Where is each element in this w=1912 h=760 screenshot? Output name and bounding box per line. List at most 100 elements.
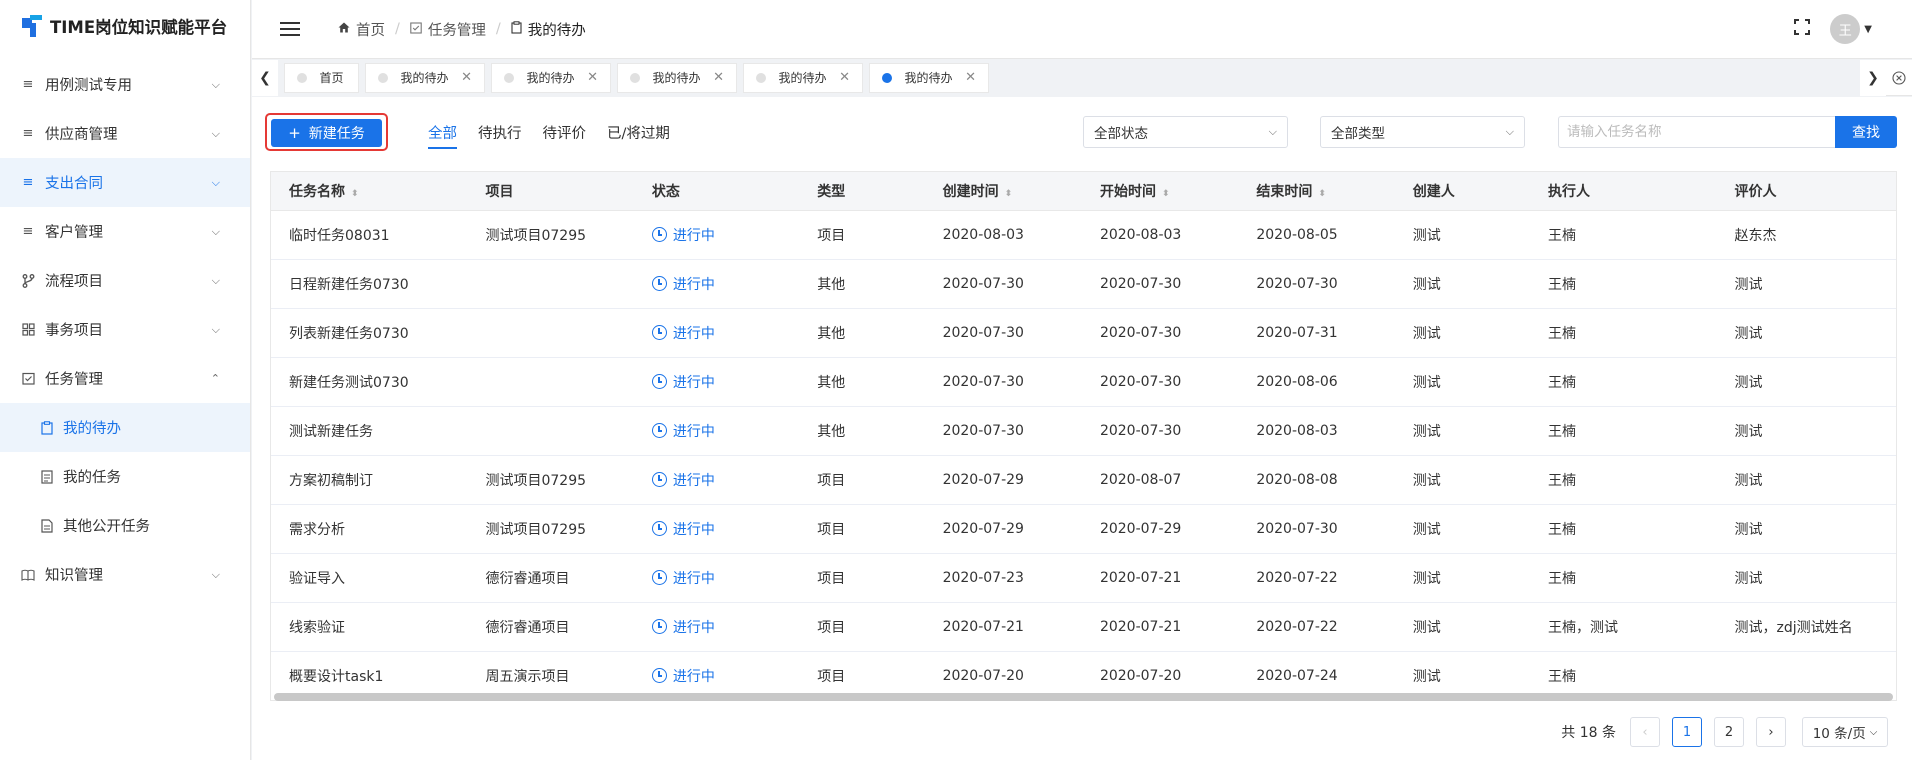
filter-tab-all[interactable]: 全部 — [428, 122, 457, 149]
sort-icon[interactable]: ⬍ — [1162, 189, 1170, 199]
sort-icon[interactable]: ⬍ — [1318, 189, 1326, 199]
sidebar-item-supplier[interactable]: ≡ 供应商管理 ⌵ — [0, 109, 250, 158]
app-logo[interactable]: TIME岗位知识赋能平台 — [0, 0, 250, 52]
hamburger-menu-icon[interactable] — [280, 18, 300, 40]
cell-creator: 测试 — [1394, 455, 1531, 505]
status-label: 进行中 — [672, 325, 715, 342]
tab-my-todo[interactable]: 我的待办 ✕ — [365, 62, 485, 93]
sidebar-subitem-public-tasks[interactable]: 其他公开任务 — [0, 501, 250, 550]
clock-icon — [651, 423, 667, 438]
close-icon[interactable]: ✕ — [965, 70, 976, 85]
sort-icon[interactable]: ⬍ — [1005, 189, 1013, 199]
cell-task-name[interactable]: 验证导入 — [271, 553, 468, 603]
cell-task-name[interactable]: 方案初稿制订 — [271, 455, 468, 505]
tab-home[interactable]: 首页 — [284, 62, 359, 93]
tabs-scroll-right-icon[interactable]: ❯ — [1860, 59, 1886, 96]
cell-task-name[interactable]: 需求分析 — [271, 504, 468, 554]
type-select[interactable]: 全部类型 ⌵ — [1320, 116, 1525, 148]
breadcrumb-home-label: 首页 — [356, 22, 385, 39]
cell-created: 2020-07-30 — [924, 308, 1082, 358]
table-row[interactable]: 临时任务08031 测试项目07295 进行中 项目 2020-08-03 20… — [271, 210, 1896, 260]
cell-executor: 王楠 — [1530, 406, 1717, 456]
cell-created: 2020-07-29 — [924, 455, 1082, 505]
close-icon[interactable]: ✕ — [461, 70, 472, 85]
sidebar-item-label: 客户管理 — [45, 225, 103, 241]
horizontal-scrollbar[interactable] — [274, 693, 1893, 701]
search-button[interactable]: 查找 — [1835, 116, 1897, 148]
task-table: 任务名称 ⬍ 项目 状态 类型 创建时间 ⬍ 开始时间 ⬍ 结束时间 ⬍ 创建人 执行人… — [270, 171, 1897, 701]
app-title: TIME岗位知识赋能平台 — [50, 18, 228, 37]
cell-task-name[interactable]: 日程新建任务0730 — [271, 259, 468, 309]
column-header[interactable]: 开始时间 ⬍ — [1081, 172, 1239, 211]
avatar[interactable]: 王 — [1830, 14, 1861, 44]
clock-icon — [651, 619, 667, 634]
filter-tab-pending-review[interactable]: 待评价 — [543, 122, 587, 149]
breadcrumb-home[interactable]: 首页 — [338, 19, 385, 40]
table-row[interactable]: 方案初稿制订 测试项目07295 进行中 项目 2020-07-29 2020-… — [271, 455, 1896, 505]
sidebar-subitem-my-tasks[interactable]: 我的任务 — [0, 452, 250, 501]
tab-my-todo-active[interactable]: 我的待办 ✕ — [869, 62, 989, 93]
cell-created: 2020-07-21 — [924, 602, 1082, 652]
close-icon[interactable]: ✕ — [839, 70, 850, 85]
caret-down-icon[interactable]: ▼ — [1864, 24, 1872, 35]
column-header[interactable]: 结束时间 ⬍ — [1238, 172, 1395, 211]
sidebar-item-use-case-test[interactable]: ≡ 用例测试专用 ⌵ — [0, 60, 250, 109]
page-button[interactable]: 2 — [1714, 717, 1744, 747]
sidebar-item-label: 供应商管理 — [45, 127, 118, 143]
close-icon[interactable]: ✕ — [587, 70, 598, 85]
table-row[interactable]: 日程新建任务0730 进行中 其他 2020-07-30 2020-07-30 … — [271, 259, 1896, 309]
tab-my-todo[interactable]: 我的待办 ✕ — [491, 62, 611, 93]
breadcrumb-separator: / — [395, 21, 400, 37]
tab-my-todo[interactable]: 我的待办 ✕ — [743, 62, 863, 93]
next-page-button[interactable]: › — [1756, 717, 1786, 747]
cell-task-name[interactable]: 列表新建任务0730 — [271, 308, 468, 358]
cell-task-name[interactable]: 临时任务08031 — [271, 210, 468, 260]
table-row[interactable]: 需求分析 测试项目07295 进行中 项目 2020-07-29 2020-07… — [271, 504, 1896, 554]
prev-page-button[interactable]: ‹ — [1630, 717, 1660, 747]
tab-dot-icon — [630, 72, 640, 83]
column-header: 评价人 — [1716, 172, 1896, 211]
cell-creator: 测试 — [1394, 210, 1531, 260]
sidebar-subitem-my-todo[interactable]: 我的待办 — [0, 403, 250, 452]
sidebar-item-knowledge[interactable]: 知识管理 ⌵ — [0, 550, 250, 599]
cell-task-name[interactable]: 线索验证 — [271, 602, 468, 652]
table-row[interactable]: 线索验证 德衍睿通项目 进行中 项目 2020-07-21 2020-07-21… — [271, 602, 1896, 652]
page-size-select[interactable]: 10 条/页 ⌵ — [1802, 717, 1888, 747]
new-task-button[interactable]: + 新建任务 — [271, 119, 382, 147]
fullscreen-icon[interactable] — [1794, 18, 1811, 40]
sidebar-item-affairs-project[interactable]: 事务项目 ⌵ — [0, 305, 250, 354]
page-button[interactable]: 1 — [1672, 717, 1702, 747]
table-row[interactable]: 验证导入 德衍睿通项目 进行中 项目 2020-07-23 2020-07-21… — [271, 553, 1896, 603]
filter-tab-pending-execution[interactable]: 待执行 — [478, 122, 522, 149]
table-row[interactable]: 列表新建任务0730 进行中 其他 2020-07-30 2020-07-30 … — [271, 308, 1896, 358]
cell-created: 2020-07-30 — [924, 357, 1082, 407]
close-icon[interactable]: ✕ — [713, 70, 724, 85]
table-row[interactable]: 测试新建任务 进行中 其他 2020-07-30 2020-07-30 2020… — [271, 406, 1896, 456]
sidebar-item-process-project[interactable]: 流程项目 ⌵ — [0, 256, 250, 305]
status-select[interactable]: 全部状态 ⌵ — [1083, 116, 1288, 148]
logo-icon — [20, 15, 44, 37]
tabs-scroll-left-icon[interactable]: ❮ — [252, 59, 278, 96]
breadcrumb-section[interactable]: 任务管理 — [410, 19, 486, 40]
table-row[interactable]: 新建任务测试0730 进行中 其他 2020-07-30 2020-07-30 … — [271, 357, 1896, 407]
sidebar-item-expense-contract[interactable]: ≡ 支出合同 ⌵ — [0, 158, 250, 207]
cell-task-name[interactable]: 测试新建任务 — [271, 406, 468, 456]
column-header[interactable]: 创建时间 ⬍ — [924, 172, 1082, 211]
clock-icon — [651, 570, 667, 585]
sidebar-item-task-management[interactable]: 任务管理 ⌃ — [0, 354, 250, 403]
column-header[interactable]: 任务名称 ⬍ — [271, 172, 468, 211]
sidebar-item-customer[interactable]: ≡ 客户管理 ⌵ — [0, 207, 250, 256]
sidebar-menu: ≡ 用例测试专用 ⌵ ≡ 供应商管理 ⌵ ≡ 支出合同 ⌵ ≡ 客户管理 ⌵ 流… — [0, 60, 250, 599]
chevron-down-icon: ⌵ — [211, 175, 220, 189]
cell-status: 进行中 — [633, 308, 800, 358]
cell-reviewer: 测试 — [1716, 553, 1896, 603]
search-input[interactable] — [1558, 116, 1835, 148]
column-header-label: 类型 — [817, 183, 846, 200]
close-all-tabs-icon[interactable] — [1886, 70, 1912, 85]
tab-my-todo[interactable]: 我的待办 ✕ — [617, 62, 737, 93]
cell-task-name[interactable]: 新建任务测试0730 — [271, 357, 468, 407]
filter-tab-expired[interactable]: 已/将过期 — [607, 122, 670, 149]
sort-icon[interactable]: ⬍ — [351, 189, 359, 199]
filter-tabs: 全部 待执行 待评价 已/将过期 — [428, 122, 691, 149]
cell-status: 进行中 — [633, 259, 800, 309]
